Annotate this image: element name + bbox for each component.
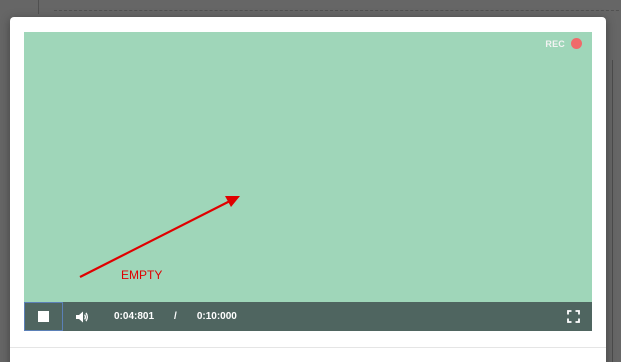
stop-icon (38, 311, 49, 322)
total-time: 0:10:000 (196, 311, 237, 322)
annotation-arrow-icon (79, 196, 240, 278)
fullscreen-button[interactable] (567, 310, 580, 323)
stop-button[interactable] (24, 302, 63, 331)
player-controls-bar: 0:04:801 / 0:10:000 (24, 302, 592, 331)
current-time: 0:04:801 (114, 311, 155, 322)
video-player[interactable]: REC EMPTY 0:04:801 / 0:10:000 (24, 32, 592, 331)
volume-button[interactable] (63, 302, 101, 331)
annotation-label: EMPTY (121, 268, 163, 282)
volume-icon (76, 311, 88, 322)
fullscreen-icon (567, 310, 580, 323)
modal-footer-divider (10, 347, 606, 348)
time-separator: / (174, 311, 177, 322)
video-modal: REC EMPTY 0:04:801 / 0:10:000 (10, 17, 606, 362)
